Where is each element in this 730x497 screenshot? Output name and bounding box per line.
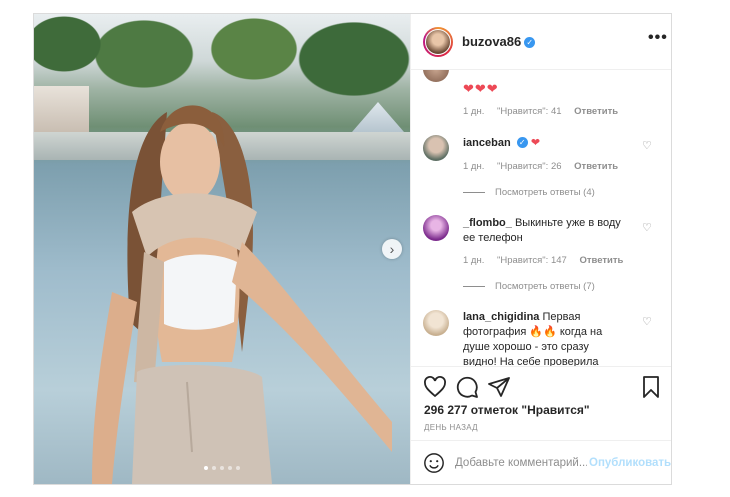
comment-icon[interactable] <box>455 375 479 399</box>
background-pavilion <box>34 86 89 132</box>
post-timestamp[interactable]: ДЕНЬ НАЗАД <box>424 423 478 432</box>
comment-likes[interactable]: "Нравится": 147 <box>497 255 567 266</box>
author-username-text[interactable]: buzova86 <box>462 34 521 49</box>
heart-icon[interactable] <box>423 375 447 399</box>
comment-text: ❤❤❤ <box>463 81 499 96</box>
comment-avatar[interactable] <box>423 215 449 241</box>
reply-button[interactable]: Ответить <box>579 255 623 266</box>
comment-avatar[interactable] <box>423 135 449 161</box>
carousel-indicator <box>204 466 240 470</box>
post-header: buzova86 ✓ ••• <box>411 14 671 70</box>
reply-button[interactable]: Ответить <box>574 161 618 172</box>
comment-meta: 1 дн. "Нравится": 147 Ответить <box>463 255 633 266</box>
reply-button[interactable]: Ответить <box>574 106 618 117</box>
carousel-dot <box>220 466 224 470</box>
carousel-dot <box>236 466 240 470</box>
carousel-dot <box>204 466 208 470</box>
share-icon[interactable] <box>487 375 511 399</box>
comment-body: lana_chigidina Первая фотография 🔥🔥 когд… <box>463 310 623 366</box>
view-replies-button[interactable]: Посмотреть ответы (7) <box>463 281 595 292</box>
comment-avatar[interactable] <box>423 310 449 336</box>
comment-age: 1 дн. <box>463 106 485 117</box>
add-comment-bar: Добавьте комментарий... Опубликовать <box>411 440 671 484</box>
comment-avatar[interactable] <box>423 70 449 82</box>
post-photo[interactable]: › <box>34 14 410 484</box>
comment-username[interactable]: _flombo_ <box>463 217 512 229</box>
comment-likes[interactable]: "Нравится": 41 <box>497 106 562 117</box>
comment-username[interactable]: lana_chigidina <box>463 311 539 323</box>
verified-badge-icon: ✓ <box>524 37 536 48</box>
comment-body: ianceban ✓ ❤ <box>463 136 623 151</box>
carousel-dot <box>228 466 232 470</box>
emoji-icon[interactable] <box>423 452 445 474</box>
likes-count[interactable]: 296 277 отметок "Нравится" <box>424 403 590 417</box>
comment-like-icon[interactable]: ♡ <box>642 315 652 328</box>
comment-meta: 1 дн. "Нравится": 41 Ответить <box>463 106 628 117</box>
publish-button[interactable]: Опубликовать <box>589 457 671 469</box>
comment-username[interactable]: ianceban <box>463 137 511 149</box>
comment-input[interactable]: Добавьте комментарий... <box>455 457 587 469</box>
action-bar <box>411 366 671 407</box>
comment-body: _flombo_ Выкиньте уже в воду ее телефон <box>463 216 623 246</box>
comment-text: ❤ <box>530 137 541 149</box>
author-avatar[interactable] <box>423 27 453 57</box>
comment-age: 1 дн. <box>463 255 485 266</box>
comment-likes[interactable]: "Нравится": 26 <box>497 161 562 172</box>
next-photo-button[interactable]: › <box>382 239 402 259</box>
bookmark-icon[interactable] <box>639 375 663 399</box>
author-username[interactable]: buzova86 ✓ <box>462 34 536 49</box>
comment-meta: 1 дн. "Нравится": 26 Ответить <box>463 161 628 172</box>
comment-like-icon[interactable]: ♡ <box>642 139 652 152</box>
comment-like-icon[interactable]: ♡ <box>642 221 652 234</box>
author-avatar-image <box>425 29 451 55</box>
post-sidebar: buzova86 ✓ ••• ❤❤❤ 1 дн. "Нравится": 41 О… <box>410 14 671 484</box>
more-options-icon[interactable]: ••• <box>648 29 668 47</box>
photo-subject <box>92 105 392 484</box>
carousel-dot <box>212 466 216 470</box>
comment-age: 1 дн. <box>463 161 485 172</box>
view-replies-button[interactable]: Посмотреть ответы (4) <box>463 187 595 198</box>
comments-list[interactable]: ❤❤❤ 1 дн. "Нравится": 41 Ответить ianceb… <box>411 70 671 366</box>
verified-badge-icon: ✓ <box>516 137 528 148</box>
post-dialog: › buzova86 ✓ ••• ❤❤❤ 1 дн. "Нравится": 4… <box>33 13 672 485</box>
